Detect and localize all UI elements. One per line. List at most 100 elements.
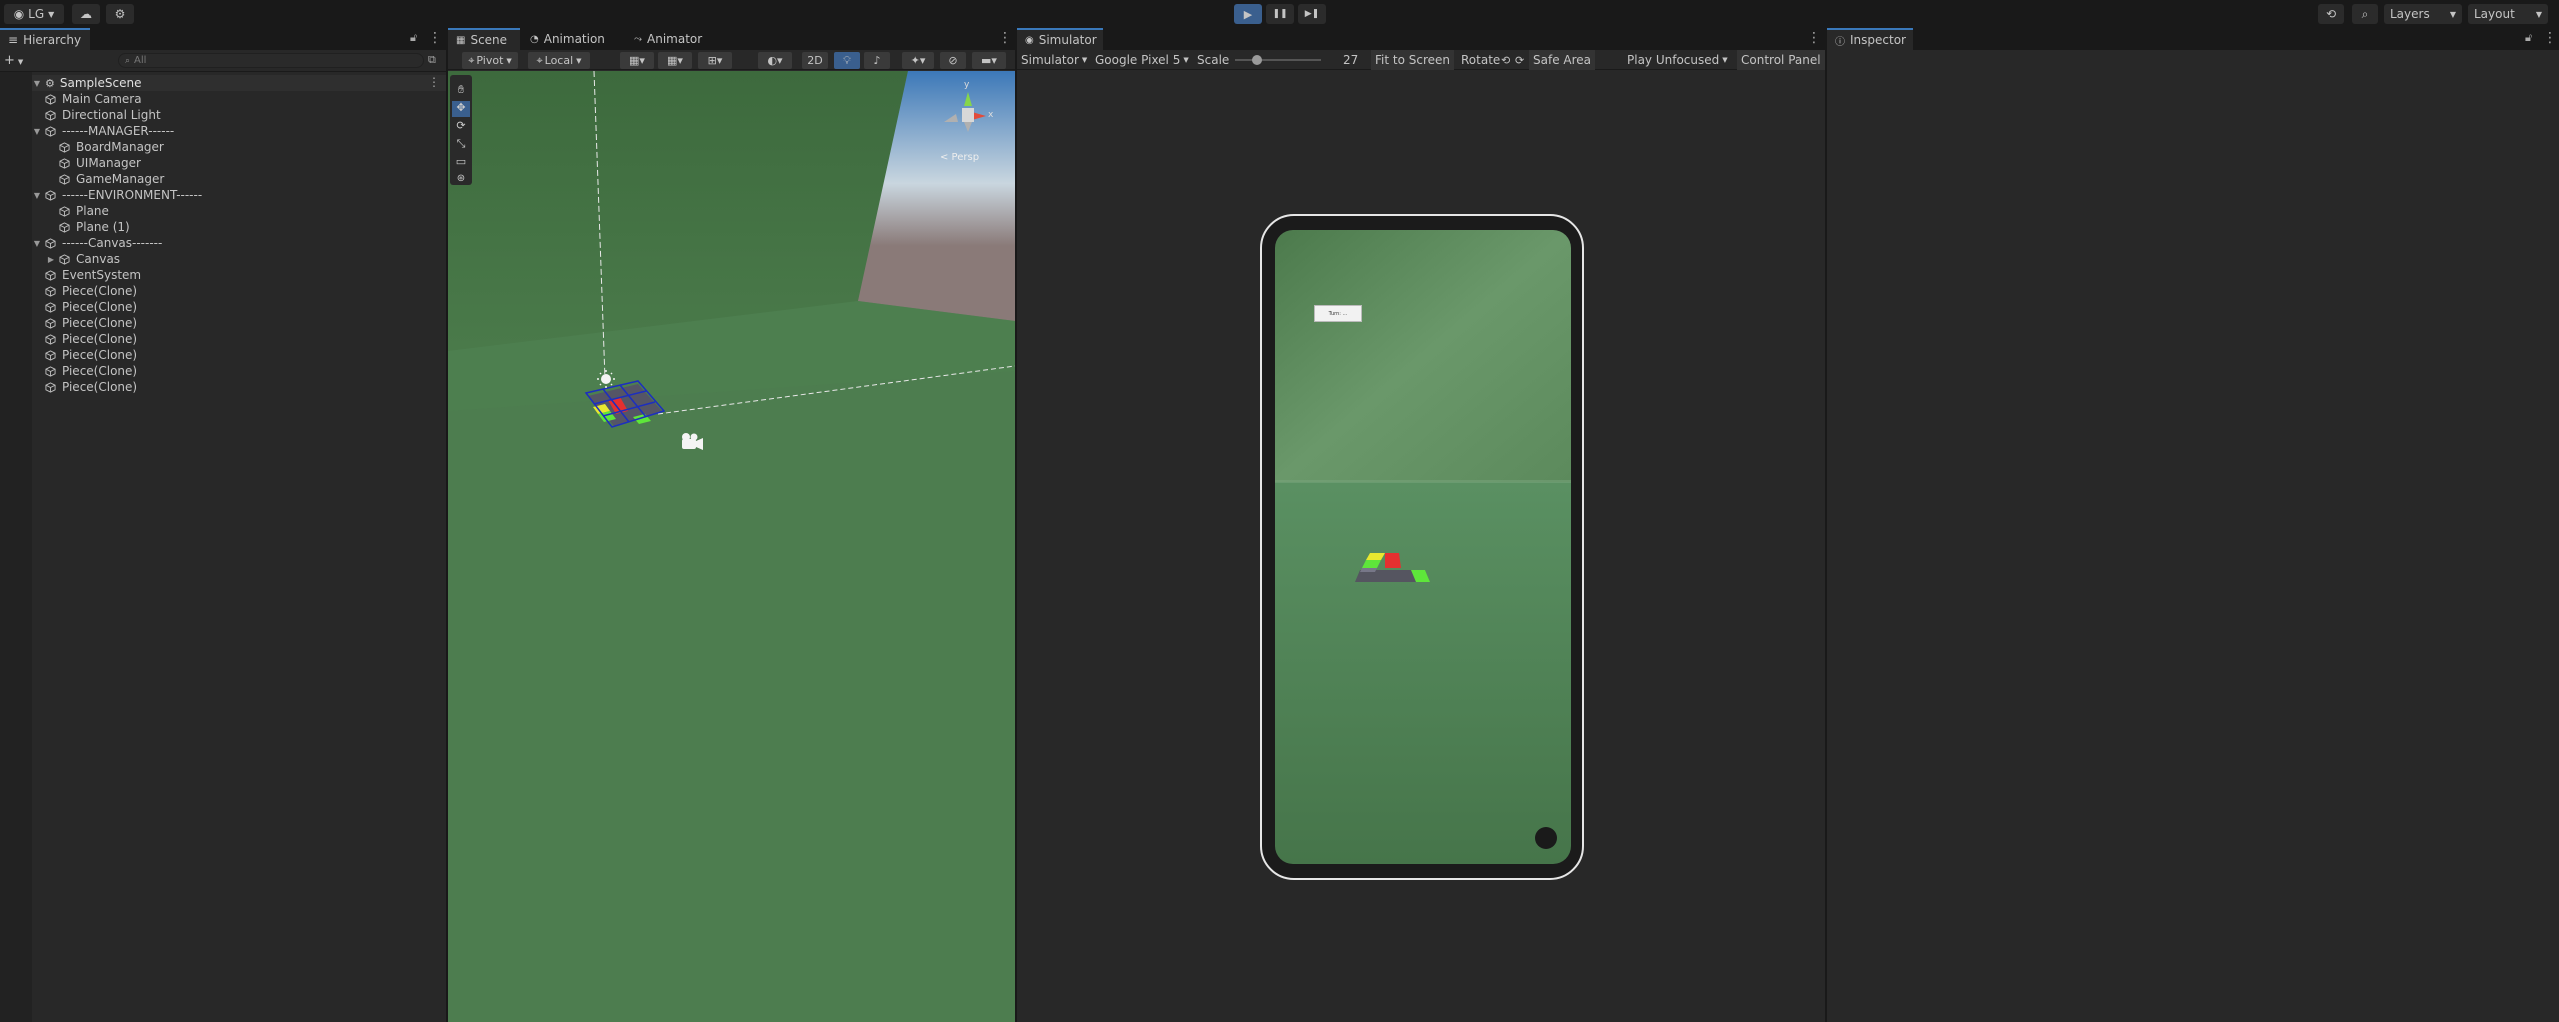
hierarchy-item[interactable]: ▼ ------ENVIRONMENT------ <box>32 187 202 203</box>
scale-tool-icon[interactable]: ⤡ <box>452 137 470 153</box>
expand-icon[interactable]: ▼ <box>32 79 42 88</box>
step-icon: ▶❚ <box>1304 9 1320 19</box>
collab-button[interactable]: ⚙ <box>106 4 134 24</box>
device-screen[interactable] <box>1275 230 1571 864</box>
play-button[interactable]: ▶ <box>1234 4 1262 24</box>
gizmo-x-label: x <box>988 110 994 120</box>
tab-inspector[interactable]: ⓘ Inspector <box>1827 28 1913 50</box>
hierarchy-item[interactable]: Piece(Clone) <box>32 331 137 347</box>
account-label: LG <box>28 7 45 21</box>
hierarchy-item[interactable]: Plane <box>46 203 109 219</box>
play-mode-dropdown[interactable]: Play Unfocused ▼ <box>1627 50 1728 70</box>
hierarchy-item[interactable]: BoardManager <box>46 139 164 155</box>
scale-value[interactable]: 27 <box>1343 50 1358 70</box>
chevron-down-icon: ▼ <box>2535 9 2542 19</box>
lock-icon[interactable]: 🔓︎ <box>410 31 417 45</box>
search-button[interactable]: ⌕ <box>2352 4 2378 24</box>
hierarchy-item[interactable]: Directional Light <box>32 107 161 123</box>
gameobject-icon <box>45 381 56 393</box>
account-dropdown[interactable]: ◉ LG ▼ <box>4 4 64 24</box>
hidden-toggle[interactable]: ⊘ <box>940 52 966 69</box>
hierarchy-item[interactable]: Piece(Clone) <box>32 363 137 379</box>
tab-animation[interactable]: ◔ Animation <box>522 28 613 50</box>
incremental-snap-dropdown[interactable]: ⊞▾ <box>698 52 732 69</box>
local-dropdown[interactable]: ⌖ Local ▼ <box>528 52 590 69</box>
hierarchy-item[interactable]: Piece(Clone) <box>32 283 137 299</box>
orientation-gizmo[interactable]: y x < Persp <box>926 80 1010 176</box>
hierarchy-item[interactable]: Main Camera <box>32 91 142 107</box>
tab-hierarchy[interactable]: ≡ Hierarchy <box>0 28 90 50</box>
panel-divider[interactable] <box>1825 28 1827 1022</box>
game-floor <box>1275 482 1571 864</box>
scene-grid-icon: ▦ <box>456 34 466 46</box>
step-button[interactable]: ▶❚ <box>1298 4 1326 24</box>
simulator-mode-dropdown[interactable]: Simulator ▼ <box>1021 50 1087 70</box>
tab-animator[interactable]: ⤳ Animator <box>626 28 710 50</box>
more-icon[interactable]: ⋮ <box>998 30 1012 46</box>
hierarchy-item[interactable]: Piece(Clone) <box>32 315 137 331</box>
device-dropdown[interactable]: Google Pixel 5 ▼ <box>1095 50 1189 70</box>
more-icon[interactable]: ⋮ <box>428 30 442 46</box>
hierarchy-item[interactable]: Piece(Clone) <box>32 347 137 363</box>
rotate-left-icon[interactable]: ⟲ <box>1501 50 1510 70</box>
lock-icon[interactable]: 🔓︎ <box>2525 31 2532 45</box>
scale-slider[interactable] <box>1235 59 1321 61</box>
game-ui-label[interactable]: Turn: ... <box>1314 305 1362 322</box>
projection-label[interactable]: < Persp <box>940 152 979 163</box>
snap-increment-dropdown[interactable]: ▦▾ <box>658 52 692 69</box>
scale-slider-handle[interactable] <box>1252 55 1262 65</box>
rect-tool-icon[interactable]: ▭ <box>452 155 470 171</box>
fit-to-screen-button[interactable]: Fit to Screen <box>1371 50 1454 70</box>
gameobject-icon <box>59 157 70 169</box>
tab-scene[interactable]: ▦ Scene <box>448 28 520 50</box>
panel-divider[interactable] <box>1015 28 1017 1022</box>
more-icon[interactable]: ⋮ <box>2543 30 2557 46</box>
tab-simulator[interactable]: ◉ Simulator <box>1017 28 1103 50</box>
effects-dropdown[interactable]: ✦▾ <box>902 52 934 69</box>
panel-divider[interactable] <box>446 28 448 1022</box>
hierarchy-item[interactable]: Piece(Clone) <box>32 379 137 395</box>
hierarchy-item[interactable]: Plane (1) <box>46 219 130 235</box>
control-panel-button[interactable]: Control Panel <box>1737 50 1825 70</box>
safe-area-toggle[interactable]: Safe Area <box>1529 50 1596 70</box>
layers-dropdown[interactable]: Layers ▼ <box>2384 4 2462 24</box>
history-button[interactable]: ⟲ <box>2318 4 2344 24</box>
cloud-button[interactable]: ☁ <box>72 4 100 24</box>
hand-tool-icon[interactable]: ✋︎ <box>452 83 470 99</box>
lighting-toggle[interactable]: 💡︎ <box>834 52 860 69</box>
add-object-button[interactable]: + ▼ <box>4 53 32 69</box>
hierarchy-item[interactable]: Piece(Clone) <box>32 299 137 315</box>
pause-button[interactable]: ❚❚ <box>1266 4 1294 24</box>
audio-toggle[interactable]: ♪ <box>864 52 890 69</box>
toggle-2d-button[interactable]: 2D <box>802 52 828 69</box>
lightbulb-icon: 💡︎ <box>843 53 851 67</box>
simulator-mode-label: Simulator <box>1021 53 1079 67</box>
pivot-dropdown[interactable]: ⌖ Pivot ▼ <box>462 52 518 69</box>
scene-viewport[interactable] <box>448 71 1015 1022</box>
hierarchy-item[interactable]: ▼ ------MANAGER------ <box>32 123 174 139</box>
gameobject-icon <box>45 333 56 345</box>
collapse-icon[interactable]: ▶ <box>46 255 56 264</box>
grid-snap-dropdown[interactable]: ▦▾ <box>620 52 654 69</box>
expand-icon[interactable]: ▼ <box>32 191 42 200</box>
hierarchy-search-input[interactable]: ⌕ All <box>118 53 424 68</box>
rotate-right-icon[interactable]: ⟳ <box>1515 50 1524 70</box>
camera-dropdown[interactable]: ▬▾ <box>972 52 1006 69</box>
scene-menu-icon[interactable]: ⋮ <box>428 75 440 89</box>
hierarchy-item[interactable]: EventSystem <box>32 267 141 283</box>
hierarchy-item[interactable]: ▼ ------Canvas------- <box>32 235 162 251</box>
layout-dropdown[interactable]: Layout ▼ <box>2468 4 2548 24</box>
scene-visibility-icon[interactable]: ⧉ <box>428 53 436 67</box>
move-tool-icon[interactable]: ✥ <box>452 101 470 117</box>
hierarchy-item[interactable]: GameManager <box>46 171 164 187</box>
hierarchy-item[interactable]: UIManager <box>46 155 141 171</box>
draw-mode-dropdown[interactable]: ◐▾ <box>758 52 792 69</box>
search-icon: ⌕ <box>125 55 131 66</box>
expand-icon[interactable]: ▼ <box>32 239 42 248</box>
scene-row[interactable]: ▼ ⚙ SampleScene ⋮ <box>32 75 446 91</box>
rotate-tool-icon[interactable]: ⟳ <box>452 119 470 135</box>
hierarchy-item[interactable]: ▶ Canvas <box>46 251 120 267</box>
transform-tool-icon[interactable]: ⊛ <box>452 173 470 185</box>
expand-icon[interactable]: ▼ <box>32 127 42 136</box>
more-icon[interactable]: ⋮ <box>1807 30 1821 46</box>
